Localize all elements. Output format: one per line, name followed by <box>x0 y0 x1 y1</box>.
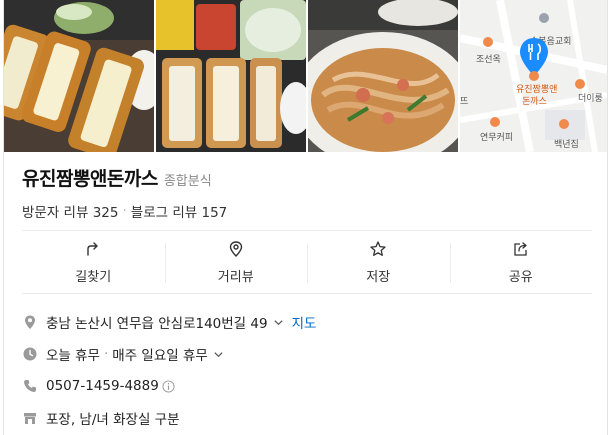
save-button[interactable]: 저장 <box>307 231 450 293</box>
phone-number[interactable]: 0507-1459-4889 <box>46 378 159 394</box>
review-summary: 방문자 리뷰 325 · 블로그 리뷰 157 <box>22 201 592 221</box>
blog-review-label: 블로그 리뷰 <box>130 205 198 221</box>
street-view-icon <box>229 240 242 257</box>
blog-review-link[interactable]: 블로그 리뷰 157 <box>131 201 227 221</box>
blog-review-count: 157 <box>201 205 228 221</box>
map-label-seonok: 조선옥 <box>476 54 501 65</box>
place-title[interactable]: 유진짬뽕앤돈까스 <box>22 164 158 191</box>
address-text: 충남 논산시 연무읍 안심로140번길 49 <box>46 316 268 332</box>
action-bar: 길찾기 거리뷰 저장 공유 <box>22 230 592 294</box>
directions-icon <box>87 241 98 256</box>
map-label-yeonmu-coffee: 연무커피 <box>480 132 513 143</box>
map-link[interactable]: 지도 <box>292 312 317 332</box>
share-icon <box>514 241 527 256</box>
map-label-edge: 뜨 <box>460 97 468 107</box>
phone-row: 0507-1459-4889 <box>22 370 592 402</box>
map-label-place-line1: 유진짬뽕앤 <box>516 84 557 95</box>
directions-label: 길찾기 <box>75 269 112 285</box>
directions-button[interactable]: 길찾기 <box>22 231 165 293</box>
chevron-down-icon[interactable] <box>213 349 224 360</box>
map-label-baeknyeon: 백년집 <box>554 138 579 150</box>
store-icon <box>24 413 36 424</box>
place-card: 순복음교회 조선옥 유진짬뽕앤 돈까스 더이룽 연무커피 백년집 뜨 유진짬뽕앤… <box>3 0 608 435</box>
photo-strip: 순복음교회 조선옥 유진짬뽕앤 돈까스 더이룽 연무커피 백년집 뜨 <box>4 0 609 152</box>
map-label-place-line2: 돈까스 <box>522 96 547 107</box>
phone-icon <box>24 380 36 392</box>
map-label-deorung: 더이룽 <box>578 93 603 104</box>
location-map[interactable]: 순복음교회 조선옥 유진짬뽕앤 돈까스 더이룽 연무커피 백년집 뜨 <box>460 0 607 152</box>
share-label: 공유 <box>508 269 533 285</box>
hours-row: 오늘 휴무 · 매주 일요일 휴무 <box>22 338 592 370</box>
place-header: 유진짬뽕앤돈까스 종합분식 방문자 리뷰 325 · 블로그 리뷰 157 <box>22 164 592 221</box>
info-icon[interactable] <box>162 379 175 393</box>
place-category: 종합분식 <box>163 174 212 189</box>
photo-bento[interactable] <box>156 0 306 152</box>
street-view-label: 거리뷰 <box>217 269 254 285</box>
address-row: 충남 논산시 연무읍 안심로140번길 49 지도 <box>22 306 592 338</box>
place-info: 충남 논산시 연무읍 안심로140번길 49 지도 오늘 휴무 · 매주 일요일… <box>22 306 592 434</box>
amenities-text: 포장, 남/녀 화장실 구분 <box>46 412 180 428</box>
photo-cheese-tonkatsu[interactable] <box>4 0 154 152</box>
hours-detail: 매주 일요일 휴무 <box>112 348 208 364</box>
chevron-down-icon[interactable] <box>273 317 284 328</box>
clock-icon <box>23 347 37 361</box>
street-view-button[interactable]: 거리뷰 <box>164 231 308 293</box>
hours-status: 오늘 휴무 <box>46 348 100 364</box>
church-icon <box>539 13 549 23</box>
share-button[interactable]: 공유 <box>449 231 593 293</box>
restaurant-poi-icon <box>483 37 493 47</box>
visitor-review-count: 325 <box>92 205 119 221</box>
amenities-row: 포장, 남/녀 화장실 구분 <box>22 402 592 434</box>
visitor-review-label: 방문자 리뷰 <box>22 205 89 221</box>
separator-dot: · <box>122 203 127 219</box>
separator-dot: · <box>103 346 109 362</box>
save-label: 저장 <box>366 269 391 285</box>
photo-noodles[interactable] <box>308 0 458 152</box>
star-icon <box>370 240 386 256</box>
visitor-review-link[interactable]: 방문자 리뷰 325 <box>22 201 118 221</box>
location-icon <box>25 315 35 329</box>
